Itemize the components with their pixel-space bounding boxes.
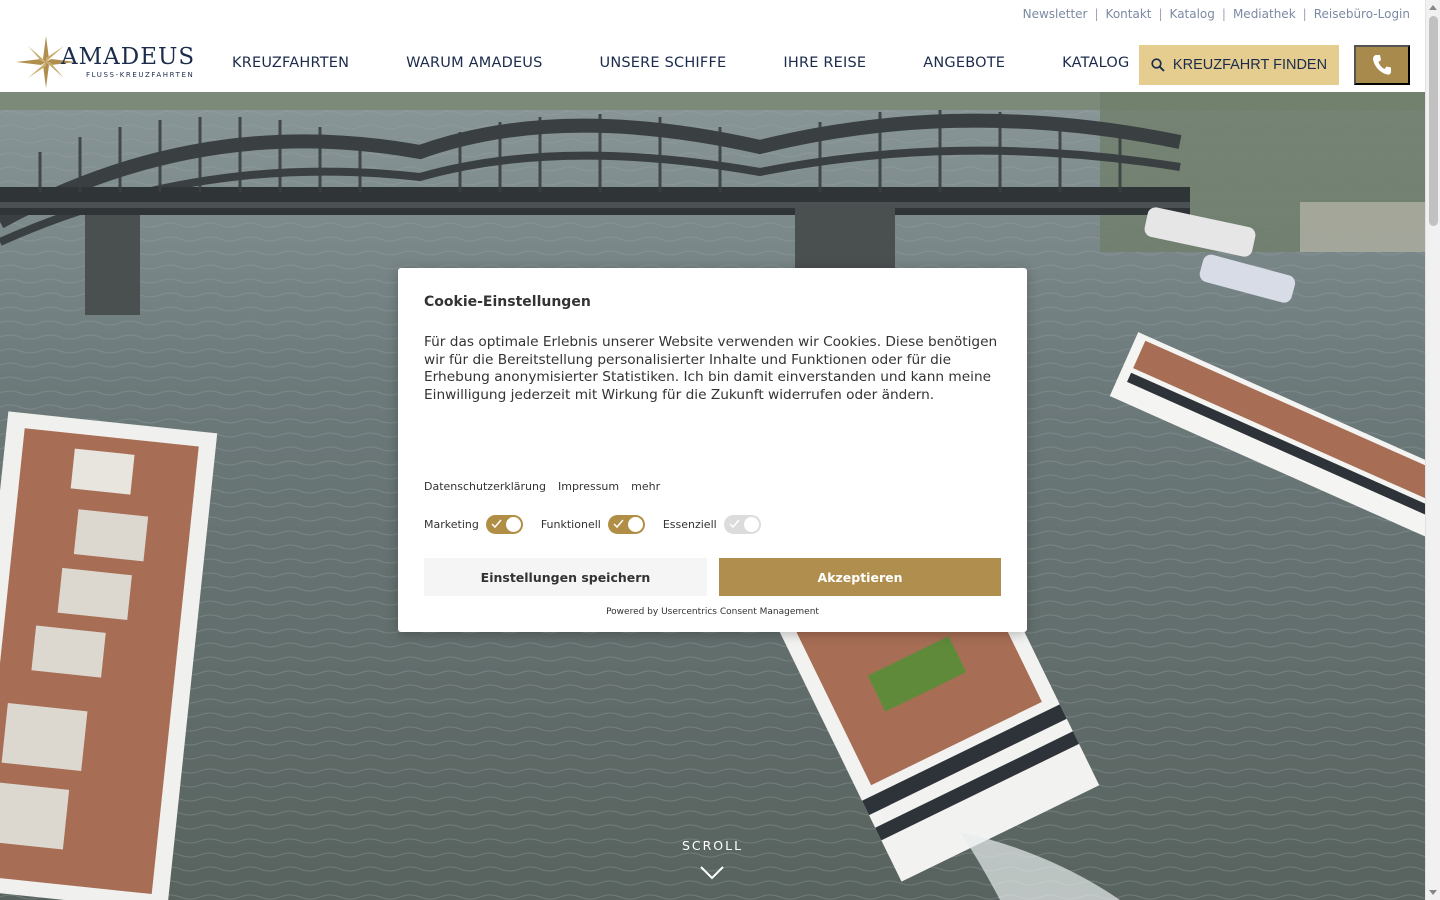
nav-item-angebote[interactable]: ANGEBOTE (923, 55, 1005, 71)
main-nav: KREUZFAHRTEN WARUM AMADEUS UNSERE SCHIFF… (232, 55, 1129, 71)
find-cruise-label: KREUZFAHRT FINDEN (1172, 57, 1328, 73)
utility-link-mediathek[interactable]: Mediathek (1233, 7, 1296, 21)
scroll-up-arrow-icon[interactable] (1429, 5, 1437, 10)
accept-button[interactable]: Akzeptieren (719, 558, 1001, 596)
nav-item-unsere-schiffe[interactable]: UNSERE SCHIFFE (600, 55, 727, 71)
separator: | (1302, 7, 1307, 21)
separator: | (1094, 7, 1099, 21)
phone-icon (1373, 55, 1391, 75)
toggle-label: Marketing (424, 518, 479, 531)
cookie-dialog-title: Cookie-Einstellungen (424, 294, 591, 310)
checkmark-icon (491, 519, 502, 529)
chevron-down-icon[interactable] (700, 866, 724, 880)
utility-nav: Newsletter | Kontakt | Katalog | Mediath… (1023, 7, 1410, 21)
nav-item-ihre-reise[interactable]: IHRE REISE (783, 55, 866, 71)
toggle-marketing: Marketing (424, 515, 523, 534)
checkmark-icon (729, 519, 740, 529)
cookie-consent-dialog: Cookie-Einstellungen Für das optimale Er… (398, 268, 1027, 632)
utility-link-reisebuero-login[interactable]: Reisebüro-Login (1314, 7, 1410, 21)
scroll-label[interactable]: SCROLL (0, 838, 1425, 853)
cookie-toggles: Marketing Funktionell Essenziell (424, 515, 779, 534)
essential-switch (723, 515, 761, 534)
switch-knob (505, 517, 521, 532)
toggle-label: Essenziell (662, 518, 717, 531)
cookie-links: Datenschutzerklärung Impressum mehr (424, 480, 660, 493)
utility-link-katalog[interactable]: Katalog (1170, 7, 1215, 21)
nav-item-kreuzfahrten[interactable]: KREUZFAHRTEN (232, 55, 349, 71)
scroll-down-arrow-icon[interactable] (1429, 890, 1437, 895)
page-scrollbar[interactable] (1425, 0, 1440, 900)
privacy-policy-link[interactable]: Datenschutzerklärung (424, 480, 546, 493)
save-settings-button[interactable]: Einstellungen speichern (424, 558, 707, 596)
site-header: Newsletter | Kontakt | Katalog | Mediath… (0, 0, 1425, 92)
toggle-label: Funktionell (540, 518, 601, 531)
toggle-essenziell: Essenziell (663, 515, 761, 534)
nav-item-katalog[interactable]: KATALOG (1062, 55, 1129, 71)
utility-link-newsletter[interactable]: Newsletter (1023, 7, 1088, 21)
cookie-dialog-text: Für das optimale Erlebnis unserer Websit… (424, 334, 998, 403)
more-link[interactable]: mehr (631, 480, 660, 493)
toggle-funktionell: Funktionell (541, 515, 645, 534)
utility-link-kontakt[interactable]: Kontakt (1106, 7, 1152, 21)
switch-knob (627, 517, 643, 532)
scrollbar-thumb[interactable] (1429, 16, 1438, 226)
checkmark-icon (613, 519, 624, 529)
imprint-link[interactable]: Impressum (558, 480, 619, 493)
find-cruise-button[interactable]: KREUZFAHRT FINDEN (1139, 45, 1339, 85)
separator: | (1221, 7, 1226, 21)
search-icon (1151, 58, 1165, 72)
powered-by-text: Powered by Usercentrics Consent Manageme… (606, 607, 819, 617)
functional-switch[interactable] (607, 515, 645, 534)
marketing-switch[interactable] (485, 515, 523, 534)
logo-wordmark: AMADEUS (61, 44, 196, 70)
switch-knob (743, 517, 759, 532)
logo-tagline: FLUSS-KREUZFAHRTEN (86, 71, 195, 79)
nav-item-warum-amadeus[interactable]: WARUM AMADEUS (406, 55, 542, 71)
phone-button[interactable] (1354, 45, 1410, 85)
brand-logo[interactable]: AMADEUS FLUSS-KREUZFAHRTEN (16, 36, 196, 88)
separator: | (1158, 7, 1163, 21)
